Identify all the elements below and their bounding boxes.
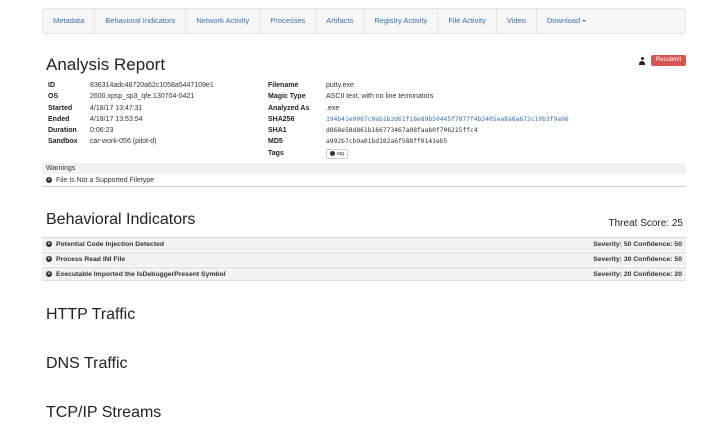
plus-circle-icon: + (46, 241, 52, 248)
started-value: 4/18/17 13:47:31 (90, 104, 143, 112)
warning-text: File Is Not a Supported Filetype (56, 177, 155, 184)
nav-network-activity[interactable]: Network Activity (186, 9, 261, 33)
plus-circle-icon: + (46, 271, 52, 278)
id-label: ID (48, 82, 55, 89)
dns-traffic-heading: DNS Traffic (46, 355, 128, 372)
indicator-row[interactable]: + Executable Imported the IsDebuggerPrese… (42, 267, 686, 281)
sandbox-value: car-work-056 (pilot-d) (90, 138, 157, 146)
nav-download-dropdown[interactable]: Download (537, 9, 596, 33)
indicator-score: Severity: 20 Confidence: 20 (593, 271, 682, 278)
md5-label: MD5 (268, 138, 283, 146)
indicator-score: Severity: 50 Confidence: 50 (593, 241, 682, 248)
caret-down-icon (582, 20, 587, 23)
warning-item[interactable]: + File Is Not a Supported Filetype (42, 175, 686, 187)
plus-circle-icon: + (46, 256, 52, 263)
metadata-right: Filename putty.exe Magic Type ASCII text, … (268, 80, 569, 160)
ended-label: Ended (48, 115, 70, 123)
indicator-name: Executable Imported the IsDebuggerPresen… (56, 271, 226, 278)
page-title: Analysis Report (46, 55, 166, 74)
http-traffic-heading: HTTP Traffic (46, 306, 136, 323)
sha256-label: SHA256 (268, 115, 295, 123)
metadata-left: ID 836314adc48720a62c1058a5447109e1 OS 260… (48, 80, 214, 148)
tags-label: Tags (268, 149, 284, 157)
threat-score: Threat Score: 25 (608, 218, 683, 229)
sha1-value: d868e58d861b166773467a08faab0f706215ffc4 (326, 127, 478, 135)
plus-circle-icon: + (46, 177, 52, 184)
md5-value: a992b7cb9a01bd182a6f588ff0141eb5 (326, 138, 448, 146)
nav-behavioral-indicators[interactable]: Behavioral Indicators (95, 9, 187, 33)
download-label: Download (546, 16, 581, 25)
indicator-row[interactable]: + Process Read INI File Severity: 30 Confi… (42, 252, 686, 266)
os-label: OS (48, 93, 59, 101)
add-tag-button[interactable]: tag (326, 148, 348, 160)
magic-type-value: ASCII text, with no line terminators (326, 93, 434, 101)
nav-file-activity[interactable]: File Activity (438, 9, 497, 33)
nav-metadata[interactable]: Metadata (43, 9, 96, 33)
warnings-header: Warnings (42, 163, 686, 174)
started-label: Started (48, 104, 73, 112)
sha1-label: SHA1 (268, 127, 287, 135)
ended-value: 4/18/17 13:53:54 (90, 115, 143, 123)
behavioral-indicators-heading: Behavioral Indicators (46, 211, 196, 228)
indicator-name: Process Read INI File (56, 256, 126, 263)
user-icon[interactable] (639, 57, 645, 65)
sha256-link[interactable]: 194b41e0067c0ab1b3d61f18e89b50445f7877f4… (326, 114, 569, 125)
resubmit-button[interactable]: Resubmit (651, 55, 686, 66)
tcp-ip-streams-heading: TCP/IP Streams (46, 404, 162, 421)
nav-processes[interactable]: Processes (260, 9, 317, 33)
tag-button-label: tag (337, 150, 344, 157)
nav-registry-activity[interactable]: Registry Activity (364, 9, 439, 33)
filename-value: putty.exe (326, 82, 354, 89)
analyzed-as-label: Analyzed As (268, 104, 310, 112)
duration-label: Duration (48, 127, 77, 135)
indicator-name: Potential Code Injection Detected (56, 241, 165, 248)
sandbox-label: Sandbox (48, 138, 78, 146)
duration-value: 0:06:23 (90, 127, 114, 135)
indicator-score: Severity: 30 Confidence: 50 (593, 256, 682, 263)
nav-video[interactable]: Video (497, 9, 537, 33)
os-value: 2600.xpsp_sp3_qfe.130704-0421 (90, 93, 195, 101)
nav-artifacts[interactable]: Artifacts (316, 9, 365, 33)
filename-label: Filename (268, 82, 299, 89)
magic-type-label: Magic Type (268, 93, 306, 101)
gear-icon (330, 150, 335, 156)
id-value: 836314adc48720a62c1058a5447109e1 (90, 82, 214, 89)
nav-bar: Metadata Behavioral Indicators Network A… (42, 8, 686, 34)
analyzed-as-value: .exe (326, 104, 340, 112)
indicator-row[interactable]: + Potential Code Injection Detected Severi… (42, 237, 686, 251)
